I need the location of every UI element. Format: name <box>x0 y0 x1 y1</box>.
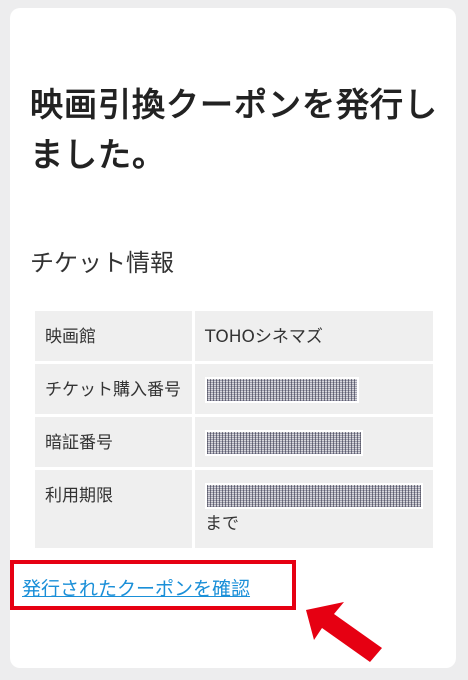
ticket-info-table: 映画館 TOHOシネマズ チケット購入番号 暗証番号 利用期限 まで <box>32 308 436 551</box>
table-row: 利用期限 まで <box>35 470 433 548</box>
row-label-purchase-number: チケット購入番号 <box>35 364 192 414</box>
section-title-ticket-info: チケット情報 <box>30 249 174 277</box>
row-label-pin: 暗証番号 <box>35 417 192 467</box>
table-row: 暗証番号 <box>35 417 433 467</box>
highlight-box: 発行されたクーポンを確認 <box>10 560 296 610</box>
redacted-value <box>205 430 363 456</box>
expiry-suffix: まで <box>205 514 239 534</box>
row-value-purchase-number <box>195 364 433 414</box>
red-arrow-icon <box>306 602 382 662</box>
row-value-pin <box>195 417 433 467</box>
confirm-coupon-link[interactable]: 発行されたクーポンを確認 <box>22 574 250 601</box>
redacted-value <box>205 483 423 509</box>
row-value-expiry: まで <box>195 470 433 548</box>
row-label-theater: 映画館 <box>35 311 192 361</box>
table-row: チケット購入番号 <box>35 364 433 414</box>
row-value-theater: TOHOシネマズ <box>195 311 433 361</box>
table-row: 映画館 TOHOシネマズ <box>35 311 433 361</box>
redacted-value <box>205 377 359 403</box>
page-title: 映画引換クーポンを発行しました。 <box>30 85 438 174</box>
row-label-expiry: 利用期限 <box>35 470 192 548</box>
